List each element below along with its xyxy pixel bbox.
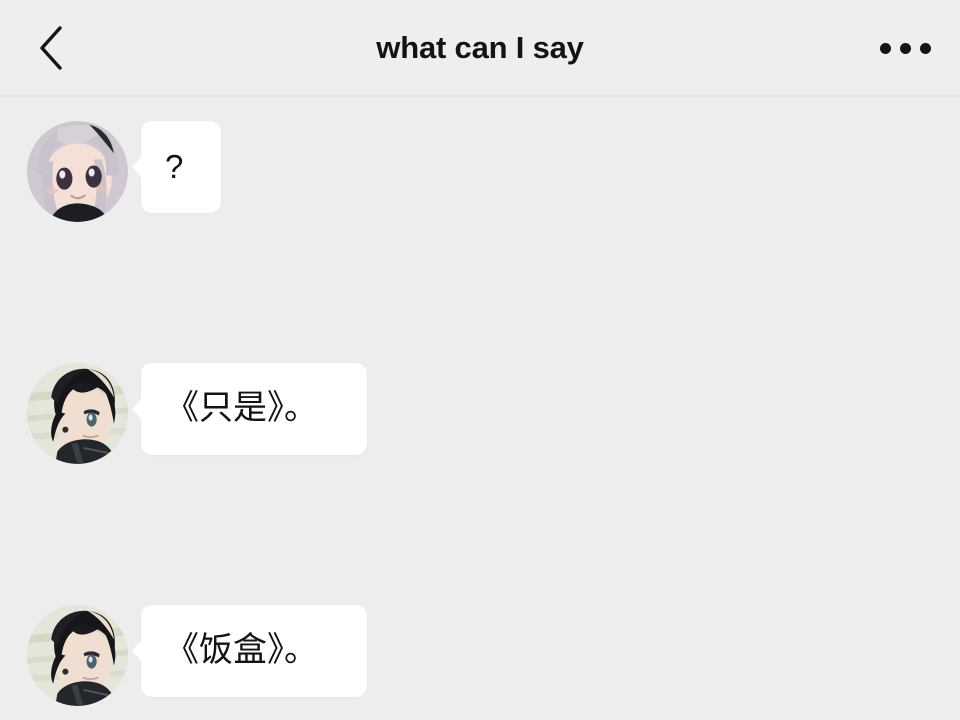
avatar[interactable] [27,121,128,222]
message-bubble-wrap: 《饭盒》。 [141,605,367,697]
black-haired-boy-avatar [27,363,128,464]
more-horizontal-icon-dot-1 [879,42,891,54]
message-list[interactable]: ? 《只是》。 《饭盒》。 [0,99,960,720]
avatar[interactable] [27,605,128,706]
silver-haired-girl-avatar [27,121,128,222]
message-bubble-wrap: 《只是》。 [141,363,367,455]
message-bubble[interactable]: ? [141,121,221,213]
message-bubble[interactable]: 《饭盒》。 [141,605,367,697]
message-text: 《饭盒》。 [165,630,318,671]
more-options-button[interactable] [870,24,940,72]
page-title: what can I say [376,30,584,65]
app-header: what can I say [0,0,960,97]
message-text: 《只是》。 [165,388,318,429]
message-bubble-wrap: ? [141,121,221,213]
message-text: ? [165,148,184,186]
avatar[interactable] [27,363,128,464]
chat-screen: what can I say ? 《只是》。 《饭盒》。 [0,0,960,720]
black-haired-boy-avatar [27,605,128,706]
more-horizontal-icon-dot-3 [919,42,931,54]
message-bubble[interactable]: 《只是》。 [141,363,367,455]
more-horizontal-icon-dot-2 [899,42,911,54]
